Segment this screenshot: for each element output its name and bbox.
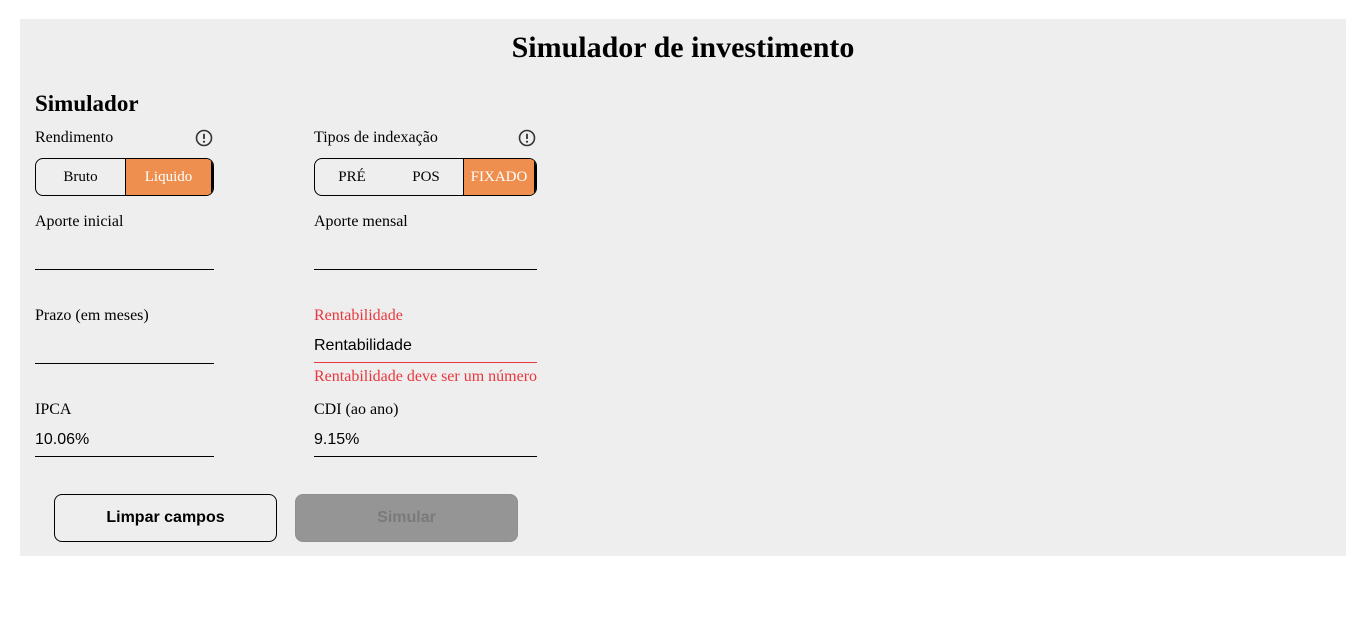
page-title: Simulador de investimento <box>511 31 855 64</box>
cdi-field <box>314 427 537 457</box>
aporte-inicial-field <box>35 245 214 270</box>
aporte-inicial-input[interactable] <box>35 245 214 269</box>
aporte-inicial-label: Aporte inicial <box>35 213 124 230</box>
info-icon[interactable] <box>195 129 213 147</box>
prazo-field <box>35 339 214 364</box>
rentabilidade-label: Rentabilidade <box>314 307 403 324</box>
prazo-input[interactable] <box>35 339 214 363</box>
ipca-field <box>35 427 214 457</box>
rentabilidade-input[interactable] <box>314 333 537 359</box>
aporte-mensal-input[interactable] <box>314 245 537 269</box>
aporte-mensal-field <box>314 245 537 270</box>
clear-fields-button[interactable]: Limpar campos <box>54 494 277 542</box>
ipca-input[interactable] <box>35 427 214 453</box>
simulator-panel: Simulador de investimento Simulador Rend… <box>20 19 1346 556</box>
cdi-label: CDI (ao ano) <box>314 401 399 418</box>
rentabilidade-error-message: Rentabilidade deve ser um número <box>314 368 538 385</box>
info-icon[interactable] <box>518 129 536 147</box>
indexacao-toggle: PRÉ POS FIXADO <box>314 158 537 196</box>
ipca-label: IPCA <box>35 401 72 418</box>
indexacao-label: Tipos de indexação <box>314 129 438 146</box>
indexacao-option-pos[interactable]: POS <box>389 159 463 195</box>
section-title: Simulador <box>35 91 139 116</box>
indexacao-option-fixado[interactable]: FIXADO <box>463 159 536 195</box>
prazo-label: Prazo (em meses) <box>35 307 149 324</box>
rentabilidade-field <box>314 333 537 363</box>
rendimento-toggle: Bruto Liquido <box>35 158 214 196</box>
aporte-mensal-label: Aporte mensal <box>314 213 408 230</box>
indexacao-option-pre[interactable]: PRÉ <box>315 159 389 195</box>
rendimento-label: Rendimento <box>35 129 114 146</box>
rendimento-option-bruto[interactable]: Bruto <box>36 159 125 195</box>
rendimento-option-liquido[interactable]: Liquido <box>125 159 213 195</box>
cdi-input[interactable] <box>314 427 537 453</box>
simulate-button[interactable]: Simular <box>295 494 518 542</box>
